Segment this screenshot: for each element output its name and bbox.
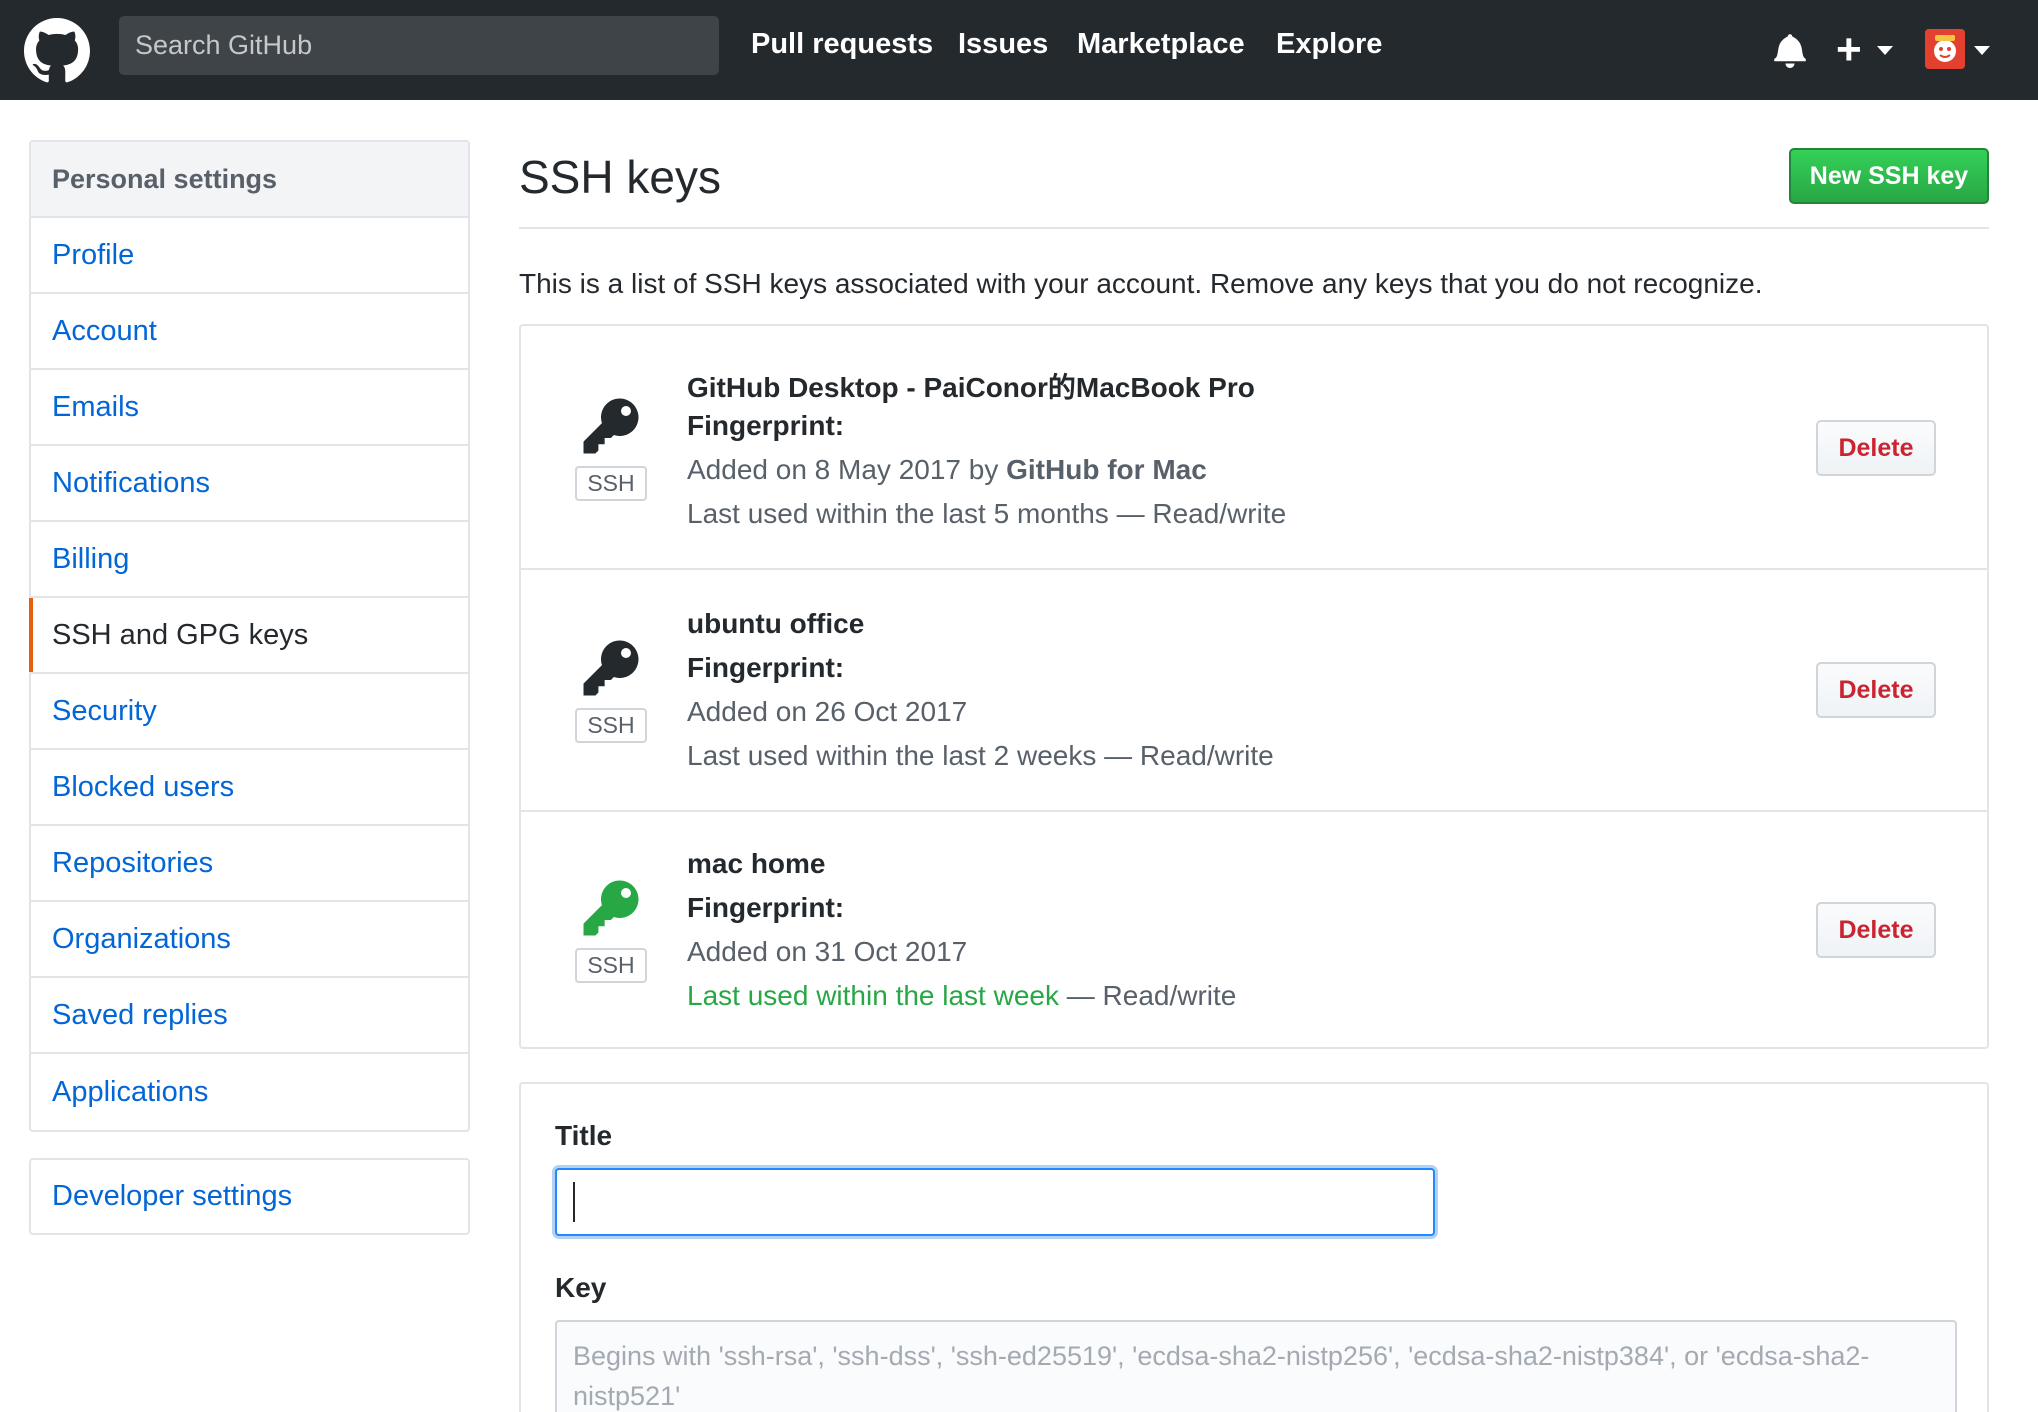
sidebar-item-organizations[interactable]: Organizations <box>31 902 468 978</box>
key-last-used: Last used within the last week — Read/wr… <box>687 980 1237 1011</box>
top-header: Search GitHub Pull requests Issues Marke… <box>0 0 2038 100</box>
sidebar-item-blocked-users[interactable]: Blocked users <box>31 750 468 826</box>
sidebar-item-notifications[interactable]: Notifications <box>31 446 468 522</box>
key-last-used: Last used within the last 2 weeks — Read… <box>687 740 1274 771</box>
ssh-key-item: SSH mac home Fingerprint: Added on 31 Oc… <box>521 810 1987 1052</box>
sidebar-item-security[interactable]: Security <box>31 674 468 750</box>
nav-issues[interactable]: Issues <box>958 28 1048 61</box>
key-fingerprint-label: Fingerprint: <box>687 652 845 683</box>
sidebar-item-applications[interactable]: Applications <box>31 1054 468 1130</box>
ssh-key-item: SSH GitHub Desktop - PaiConor的MacBook Pr… <box>521 326 1987 568</box>
ssh-badge: SSH <box>575 948 647 983</box>
bell-icon[interactable] <box>1774 32 1806 68</box>
key-added-date: Added on 31 Oct 2017 <box>687 936 968 967</box>
nav-marketplace[interactable]: Marketplace <box>1077 28 1245 61</box>
key-textarea[interactable]: Begins with 'ssh-rsa', 'ssh-dss', 'ssh-e… <box>555 1320 1957 1412</box>
delete-key-button[interactable]: Delete <box>1816 420 1936 476</box>
ssh-badge: SSH <box>575 708 647 743</box>
avatar-image-icon <box>1925 29 1965 69</box>
plus-icon[interactable]: + <box>1836 28 1862 72</box>
ssh-badge: SSH <box>575 466 647 501</box>
key-icon <box>583 640 639 696</box>
github-logo-icon[interactable] <box>24 18 90 84</box>
sidebar-item-repositories[interactable]: Repositories <box>31 826 468 902</box>
avatar-caret-icon[interactable] <box>1974 46 1990 55</box>
sidebar-item-emails[interactable]: Emails <box>31 370 468 446</box>
key-fingerprint-label: Fingerprint: <box>687 892 845 923</box>
key-icon <box>583 398 639 454</box>
key-added-by: GitHub for Mac <box>1006 454 1207 485</box>
sidebar-item-saved-replies[interactable]: Saved replies <box>31 978 468 1054</box>
key-title: GitHub Desktop - PaiConor的MacBook Pro <box>687 372 1255 403</box>
add-key-form: Title Key Begins with 'ssh-rsa', 'ssh-ds… <box>519 1082 1989 1412</box>
title-label: Title <box>555 1120 613 1151</box>
title-divider <box>519 227 1989 229</box>
ssh-key-item: SSH ubuntu office Fingerprint: Added on … <box>521 568 1987 810</box>
key-title: ubuntu office <box>687 608 865 639</box>
sidebar-item-ssh-gpg-keys[interactable]: SSH and GPG keys <box>29 598 468 674</box>
plus-caret-icon[interactable] <box>1877 46 1893 55</box>
recent-use-text: Last used within the last week <box>687 980 1059 1011</box>
key-label: Key <box>555 1272 607 1303</box>
key-added-date: Added on 26 Oct 2017 <box>687 696 968 727</box>
sidebar-item-profile[interactable]: Profile <box>31 218 468 294</box>
new-ssh-key-button[interactable]: New SSH key <box>1789 148 1989 204</box>
search-input[interactable]: Search GitHub <box>119 16 719 75</box>
key-icon <box>583 880 639 936</box>
sidebar-item-developer-settings[interactable]: Developer settings <box>31 1160 468 1233</box>
title-input[interactable] <box>555 1168 1435 1236</box>
ssh-keys-list: SSH GitHub Desktop - PaiConor的MacBook Pr… <box>519 324 1989 1049</box>
intro-text: This is a list of SSH keys associated wi… <box>519 268 1763 299</box>
text-cursor <box>573 1182 575 1222</box>
page-title: SSH keys <box>519 151 721 203</box>
sidebar-item-billing[interactable]: Billing <box>31 522 468 598</box>
developer-sidebar: Developer settings <box>29 1158 470 1235</box>
avatar[interactable] <box>1925 29 1965 69</box>
nav-pull-requests[interactable]: Pull requests <box>751 28 933 61</box>
sidebar-heading: Personal settings <box>31 142 468 218</box>
key-added-date: Added on 8 May 2017 by GitHub for Mac <box>687 454 1207 485</box>
key-title: mac home <box>687 848 826 879</box>
key-fingerprint-label: Fingerprint: <box>687 410 845 441</box>
sidebar-item-account[interactable]: Account <box>31 294 468 370</box>
delete-key-button[interactable]: Delete <box>1816 662 1936 718</box>
key-last-used: Last used within the last 5 months — Rea… <box>687 498 1287 529</box>
delete-key-button[interactable]: Delete <box>1816 902 1936 958</box>
nav-explore[interactable]: Explore <box>1276 28 1382 61</box>
settings-sidebar: Personal settings Profile Account Emails… <box>29 140 470 1132</box>
